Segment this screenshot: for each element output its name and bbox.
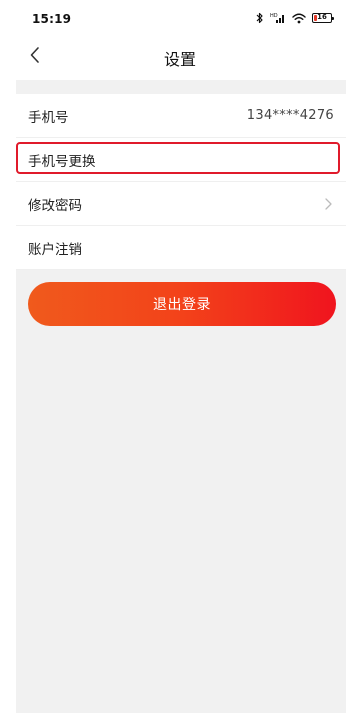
phone-row: 手机号 134****4276 — [16, 94, 346, 138]
header: 设置 — [0, 34, 360, 80]
change-phone-row[interactable]: 手机号更换 — [16, 138, 346, 182]
change-password-row[interactable]: 修改密码 — [16, 182, 346, 226]
cancel-account-row[interactable]: 账户注销 — [16, 226, 346, 270]
status-bar: 15:19 HD 16 — [0, 0, 360, 34]
svg-text:HD: HD — [270, 13, 278, 19]
signal-icon: HD — [270, 12, 286, 24]
cancel-account-label: 账户注销 — [28, 241, 82, 258]
section-divider — [16, 80, 346, 94]
battery-level: 16 — [317, 13, 327, 21]
change-phone-label: 手机号更换 — [28, 153, 96, 170]
status-icons: HD 16 — [256, 11, 334, 25]
settings-screen: 15:19 HD 16 设置 手机号 134****4276 手机号更换 修改密… — [0, 0, 360, 713]
phone-value: 134****4276 — [246, 108, 334, 123]
status-time: 15:19 — [32, 12, 72, 26]
settings-list: 手机号 134****4276 手机号更换 修改密码 账户注销 — [16, 94, 346, 270]
page-title: 设置 — [163, 50, 196, 69]
bluetooth-icon — [256, 12, 264, 24]
battery-icon: 16 — [312, 13, 334, 23]
content-background — [16, 270, 346, 713]
phone-label: 手机号 — [28, 109, 69, 126]
change-password-label: 修改密码 — [28, 197, 82, 214]
chevron-right-icon — [322, 197, 334, 210]
wifi-icon — [292, 13, 306, 24]
logout-button[interactable]: 退出登录 — [28, 282, 336, 326]
